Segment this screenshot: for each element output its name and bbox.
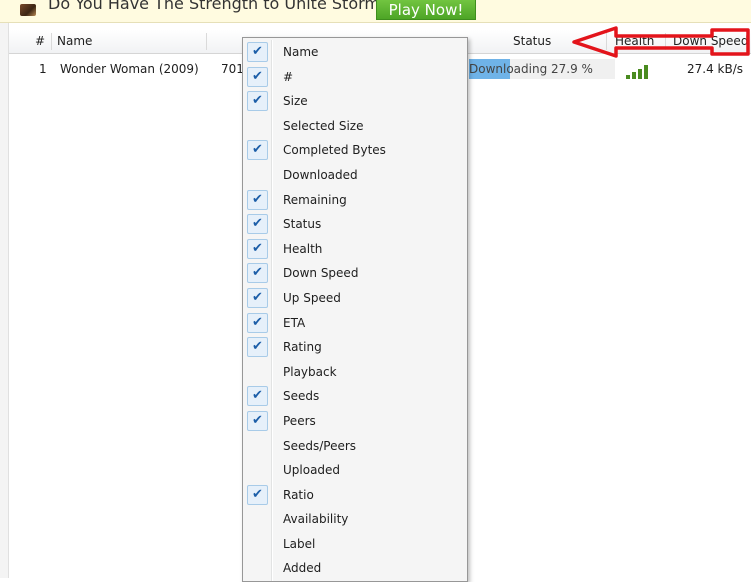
health-bar — [638, 69, 642, 79]
checkmark-icon: ✔ — [247, 484, 268, 505]
status-text: Downloading 27.9 % — [469, 62, 593, 76]
menu-item-health[interactable]: ✔ Health — [243, 237, 467, 262]
column-divider[interactable] — [51, 33, 52, 50]
ad-banner[interactable]: Do You Have The Strength to Unite StormF… — [0, 0, 751, 23]
menu-item-seeds-peers[interactable]: Seeds/Peers — [243, 434, 467, 459]
checkmark-icon: ✔ — [247, 91, 268, 112]
menu-item-remaining[interactable]: ✔ Remaining — [243, 188, 467, 213]
column-header-name[interactable]: Name — [57, 30, 92, 53]
menu-item-seeds[interactable]: ✔ Seeds — [243, 384, 467, 409]
menu-item-label: Availability — [283, 512, 349, 527]
menu-item-label: Completed Bytes — [283, 143, 386, 158]
column-divider[interactable] — [206, 33, 207, 50]
menu-item-label: Rating — [283, 340, 322, 355]
checkmark-icon: ✔ — [247, 410, 268, 431]
menu-item-label: Seeds/Peers — [283, 438, 357, 453]
torrent-index: 1 — [39, 62, 47, 76]
health-bar — [644, 65, 648, 79]
column-header-number[interactable]: # — [35, 30, 45, 53]
menu-item-label: Size — [283, 94, 308, 109]
torrent-size: 701 — [221, 62, 244, 76]
menu-item-up-speed[interactable]: ✔ Up Speed — [243, 286, 467, 311]
menu-item-label[interactable]: Label — [243, 532, 467, 557]
menu-item-label: Name — [283, 45, 319, 59]
menu-item-downloaded[interactable]: Downloaded — [243, 163, 467, 188]
checkmark-icon: ✔ — [247, 238, 268, 259]
menu-item-label: Health — [283, 241, 323, 256]
menu-item-label: Remaining — [283, 192, 347, 207]
checkmark-icon: ✔ — [247, 287, 268, 308]
menu-item-completed-bytes[interactable]: ✔ Completed Bytes — [243, 138, 467, 163]
menu-item-label: Selected Size — [283, 118, 364, 133]
ad-thumbnail[interactable] — [20, 4, 36, 16]
checkmark-icon: ✔ — [247, 386, 268, 407]
torrent-name: Wonder Woman (2009) — [60, 62, 199, 76]
menu-item-label: Uploaded — [283, 463, 341, 478]
column-header-status[interactable]: Status — [513, 30, 551, 53]
menu-item-rating[interactable]: ✔ Rating — [243, 335, 467, 360]
checkmark-icon: ✔ — [247, 337, 268, 358]
play-now-button[interactable]: Play Now! — [376, 0, 476, 20]
red-arrow-annotation — [572, 26, 750, 58]
checkmark-icon: ✔ — [247, 66, 268, 87]
column-context-menu[interactable]: ✔ Name ✔ # ✔ Size Selected Size ✔ Completed Byte… — [242, 37, 468, 582]
menu-item-label: ETA — [283, 315, 306, 330]
menu-item-down-speed[interactable]: ✔ Down Speed — [243, 261, 467, 286]
menu-item-label: # — [283, 69, 294, 84]
status-progress-bar: Downloading 27.9 % — [469, 59, 615, 79]
menu-item-label: Up Speed — [283, 290, 341, 305]
checkmark-icon: ✔ — [247, 214, 268, 235]
menu-list[interactable]: ✔ Name ✔ # ✔ Size Selected Size ✔ Completed Byte… — [243, 40, 467, 581]
health-bars-icon — [626, 63, 656, 79]
checkmark-icon: ✔ — [247, 42, 268, 62]
health-bar — [626, 75, 630, 79]
menu-item-uploaded[interactable]: Uploaded — [243, 458, 467, 483]
menu-item-label: Label — [283, 536, 316, 551]
down-speed-value: 27.4 kB/s — [686, 62, 743, 76]
menu-item-label: Downloaded — [283, 167, 358, 182]
window-edge — [0, 23, 9, 578]
menu-item-label: Playback — [283, 364, 337, 379]
menu-item-name[interactable]: ✔ Name — [243, 40, 467, 65]
ad-text[interactable]: Do You Have The Strength to Unite StormF… — [48, 0, 415, 13]
menu-item-label: Peers — [283, 413, 316, 428]
menu-item-size[interactable]: ✔ Size — [243, 89, 467, 114]
menu-item-label: Down Speed — [283, 266, 359, 281]
menu-item-number[interactable]: ✔ # — [243, 65, 467, 90]
checkmark-icon: ✔ — [247, 189, 268, 210]
menu-item-eta[interactable]: ✔ ETA — [243, 311, 467, 336]
menu-item-status[interactable]: ✔ Status — [243, 212, 467, 237]
menu-item-label: Ratio — [283, 487, 314, 502]
menu-item-label: Status — [283, 217, 322, 232]
menu-item-added[interactable]: Added — [243, 556, 467, 581]
checkmark-icon: ✔ — [247, 140, 268, 161]
menu-item-peers[interactable]: ✔ Peers — [243, 409, 467, 434]
menu-item-selected-size[interactable]: Selected Size — [243, 114, 467, 139]
checkmark-icon: ✔ — [247, 312, 268, 333]
health-bar — [632, 72, 636, 79]
checkmark-icon: ✔ — [247, 263, 268, 284]
menu-item-label: Seeds — [283, 389, 320, 404]
menu-item-playback[interactable]: Playback — [243, 360, 467, 385]
menu-item-availability[interactable]: Availability — [243, 507, 467, 532]
menu-item-ratio[interactable]: ✔ Ratio — [243, 483, 467, 508]
